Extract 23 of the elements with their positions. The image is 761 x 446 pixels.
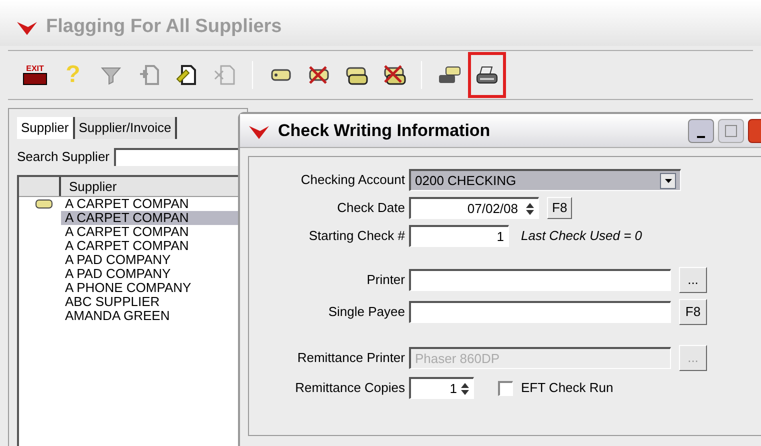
field-label: Check Date [336, 199, 406, 218]
search-label: Search Supplier [17, 148, 110, 166]
copies-field[interactable]: 1 [409, 377, 474, 399]
last-check-note: Last Check Used = 0 [521, 227, 642, 246]
tab[interactable]: Supplier [17, 117, 75, 139]
column-header: Supplier [68, 178, 117, 196]
field-label: Checking Account [300, 171, 406, 190]
lookup-button[interactable]: F8 [547, 197, 572, 219]
date-field[interactable]: 07/02/08 [409, 197, 539, 219]
browse-button[interactable]: F8 [679, 299, 707, 325]
dialog-title: Check Writing Information [278, 120, 490, 142]
checkbox-label: EFT Check Run [521, 379, 614, 398]
window-title: Flagging For All Suppliers [46, 14, 282, 39]
field-label: Remittance Printer [296, 349, 406, 368]
field-label: Single Payee [327, 303, 406, 322]
check-number-field[interactable]: 1 [409, 225, 509, 247]
tab[interactable]: Supplier/Invoice [74, 117, 178, 139]
browse-button[interactable]: ... [679, 267, 707, 293]
field-label: Remittance Copies [294, 379, 406, 398]
account-dropdown[interactable]: 0200 CHECKING [409, 169, 681, 191]
field-label: Printer [366, 271, 406, 290]
field-label: Starting Check # [308, 227, 406, 246]
exit-button[interactable]: EXIT [16, 54, 54, 96]
